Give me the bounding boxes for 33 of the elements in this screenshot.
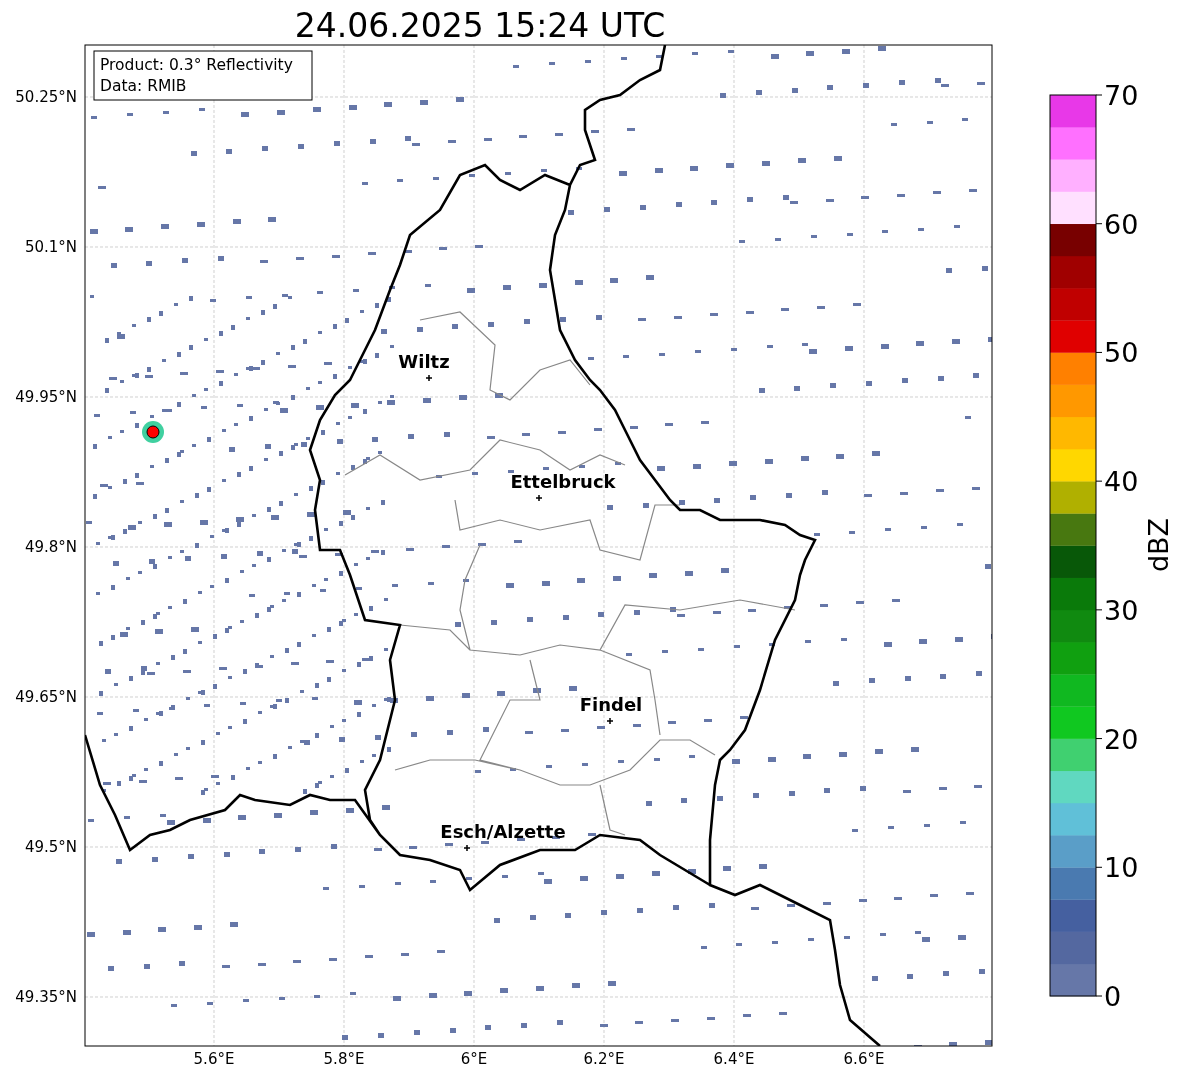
axis-tick-label: 49.5°N: [24, 838, 77, 856]
city-marker-icon: [535, 494, 543, 502]
axis-tick-label: 50.1°N: [24, 238, 77, 256]
colorbar-tick-label: 30: [1104, 594, 1139, 626]
colorbar-tick-label: 0: [1104, 981, 1122, 1012]
axis-tick-label: 49.35°N: [15, 988, 77, 1006]
chart-title: 24.06.2025 15:24 UTC: [294, 6, 666, 45]
colorbar-tick-label: 10: [1104, 852, 1139, 884]
city-marker-icon: [425, 374, 433, 382]
colorbar-tick-label: 50: [1104, 337, 1139, 369]
axis-tick-label: 6.4°E: [713, 1050, 755, 1068]
colorbar-tick-label: 60: [1104, 208, 1139, 240]
colorbar-tick-label: 70: [1104, 80, 1139, 111]
axis-tick-label: 49.8°N: [24, 538, 77, 556]
axis-tick-label: 49.65°N: [15, 688, 77, 706]
colorbar-tick-label: 20: [1104, 723, 1139, 755]
axis-tick-label: 6°E: [460, 1050, 488, 1068]
city-marker-icon: [606, 717, 614, 725]
colorbar-label: dBZ: [1143, 517, 1174, 573]
city-label: Ettelbruck: [510, 471, 616, 492]
city-label: Wiltz: [398, 351, 450, 372]
legend-text: Data: RMIB: [100, 77, 187, 95]
city-label: Findel: [579, 694, 643, 715]
city-label: Esch/Alzette: [440, 821, 566, 842]
axis-tick-label: 50.25°N: [15, 88, 77, 106]
axis-tick-label: 49.95°N: [15, 388, 77, 406]
axis-tick-label: 6.6°E: [843, 1050, 885, 1068]
axis-tick-label: 5.6°E: [193, 1050, 235, 1068]
axis-tick-label: 5.8°E: [323, 1050, 365, 1068]
legend-text: Product: 0.3° Reflectivity: [100, 56, 293, 74]
axis-tick-label: 6.2°E: [583, 1050, 625, 1068]
colorbar-tick-label: 40: [1104, 466, 1139, 498]
city-marker-icon: [463, 844, 471, 852]
